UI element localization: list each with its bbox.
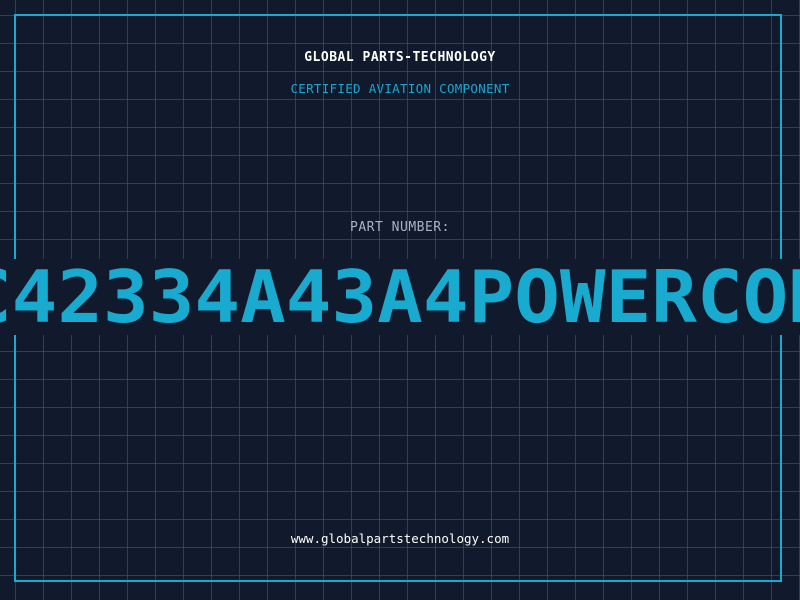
part-number-text: C42334A43A4POWERCON <box>0 259 800 335</box>
part-number-band: C42334A43A4POWERCON <box>0 259 800 335</box>
company-name: GLOBAL PARTS-TECHNOLOGY <box>304 50 496 65</box>
part-number-label: PART NUMBER: <box>350 220 450 235</box>
part-number-value: C42334A43A4POWERCON <box>0 259 800 335</box>
website-url: www.globalpartstechnology.com <box>290 531 510 546</box>
label-canvas: GLOBAL PARTS-TECHNOLOGY CERTIFIED AVIATI… <box>0 0 800 600</box>
certification-tagline: CERTIFIED AVIATION COMPONENT <box>290 81 510 96</box>
